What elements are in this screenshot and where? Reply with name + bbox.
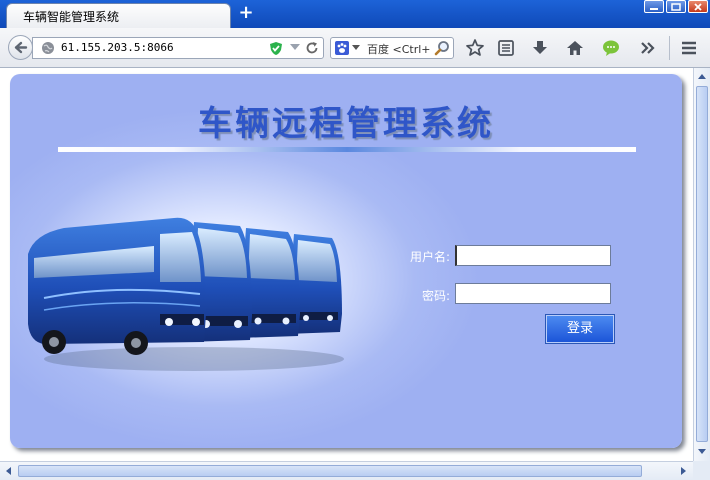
baidu-icon[interactable]	[335, 41, 349, 55]
download-icon[interactable]	[530, 38, 550, 58]
minimize-icon	[650, 8, 658, 10]
title-divider	[58, 147, 636, 152]
globe-icon	[42, 42, 54, 54]
username-input[interactable]	[455, 245, 611, 266]
search-placeholder: 百度 <Ctrl+K>	[367, 43, 431, 56]
bus-fleet-illustration	[28, 217, 344, 371]
close-button[interactable]	[688, 0, 708, 13]
scroll-up-icon[interactable]	[697, 72, 707, 80]
back-button[interactable]	[8, 35, 33, 60]
home-icon[interactable]	[565, 38, 585, 58]
scroll-left-icon[interactable]	[4, 466, 12, 476]
close-icon	[694, 3, 702, 11]
reload-icon[interactable]	[305, 41, 319, 55]
scroll-down-icon[interactable]	[697, 448, 707, 456]
horizontal-scroll-thumb[interactable]	[18, 465, 642, 477]
resize-grip[interactable]	[693, 461, 710, 480]
login-button[interactable]: 登录	[545, 314, 615, 344]
overflow-icon[interactable]	[638, 38, 658, 58]
password-input[interactable]	[455, 283, 611, 304]
address-text: 61.155.203.5:8066	[61, 41, 174, 54]
menu-icon[interactable]	[679, 38, 699, 58]
maximize-icon	[671, 3, 681, 11]
toolbar-separator	[669, 36, 670, 60]
search-icon[interactable]	[434, 40, 450, 56]
scroll-right-icon[interactable]	[680, 466, 688, 476]
address-bar[interactable]: 61.155.203.5:8066	[32, 37, 324, 59]
maximize-button[interactable]	[666, 0, 686, 13]
new-tab-button[interactable]: +	[238, 3, 254, 23]
page-viewport: 车辆远程管理系统 用户名: 密码: 登录	[0, 68, 693, 461]
login-panel: 车辆远程管理系统 用户名: 密码: 登录	[10, 74, 682, 448]
reading-list-icon[interactable]	[496, 38, 516, 58]
tab-title: 车辆智能管理系统	[23, 10, 120, 24]
chevron-down-icon[interactable]	[289, 42, 301, 52]
engine-dropdown-icon[interactable]	[352, 45, 360, 50]
browser-tab[interactable]: 车辆智能管理系统	[6, 3, 231, 28]
username-label: 用户名:	[409, 250, 450, 264]
shield-check-icon[interactable]	[269, 41, 283, 56]
horizontal-scrollbar[interactable]	[0, 461, 693, 480]
vertical-scrollbar[interactable]	[693, 68, 710, 461]
navigation-toolbar: 61.155.203.5:8066 百度 <Ctrl+K>	[0, 28, 710, 68]
vertical-scroll-thumb[interactable]	[696, 86, 708, 442]
search-bar[interactable]: 百度 <Ctrl+K>	[330, 37, 454, 59]
chat-icon[interactable]	[601, 38, 621, 58]
password-label: 密码:	[421, 289, 450, 303]
tab-strip: 车辆智能管理系统 +	[0, 0, 710, 28]
back-icon	[14, 41, 28, 54]
star-icon[interactable]	[465, 38, 485, 58]
page-title: 车辆远程管理系统	[198, 104, 494, 144]
minimize-button[interactable]	[644, 0, 664, 13]
